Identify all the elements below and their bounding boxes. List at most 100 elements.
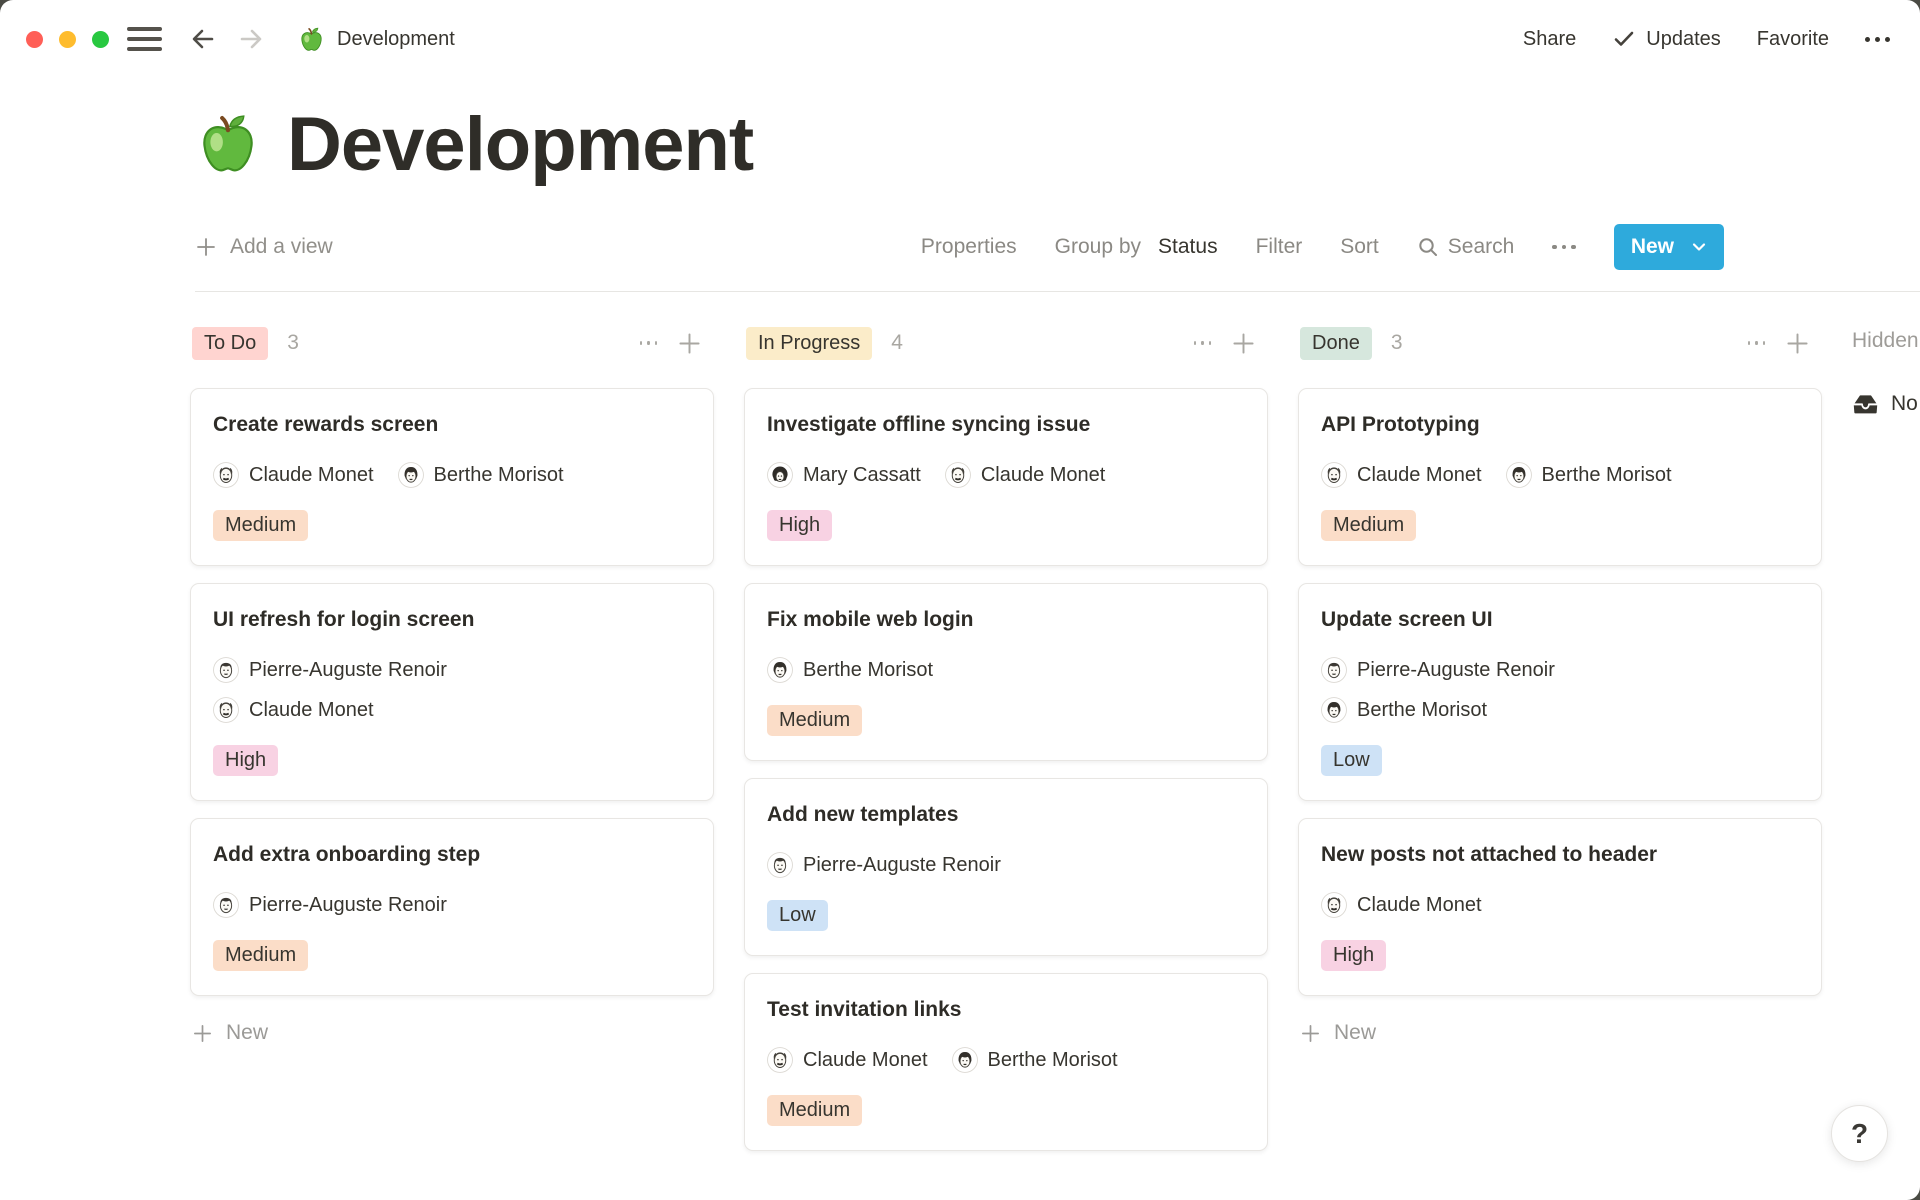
card-assignees: Claude Monet	[1321, 892, 1689, 918]
window-corner	[1898, 1178, 1920, 1200]
column-add-icon[interactable]	[1231, 331, 1256, 356]
window-titlebar: Development Share Updates Favorite	[0, 0, 1920, 78]
column-add-icon[interactable]	[677, 331, 702, 356]
column-more-icon[interactable]	[1194, 335, 1211, 352]
view-more-options-icon[interactable]	[1552, 245, 1576, 250]
avatar	[1321, 462, 1347, 488]
add-card-button[interactable]: New	[190, 1013, 714, 1053]
assignee-name: Mary Cassatt	[803, 464, 921, 487]
kanban-card[interactable]: Test invitation links Claude Monet Berth…	[744, 973, 1268, 1151]
window-controls	[26, 31, 109, 48]
assignee-name: Berthe Morisot	[988, 1049, 1118, 1072]
column-status-badge[interactable]: Done	[1300, 327, 1372, 360]
card-assignees: Claude Monet Berthe Morisot	[1321, 462, 1689, 488]
close-window-button[interactable]	[26, 31, 43, 48]
fullscreen-window-button[interactable]	[92, 31, 109, 48]
hidden-group-item[interactable]: No Status	[1852, 390, 1920, 417]
assignee-chip: Claude Monet	[767, 1047, 928, 1073]
updates-button[interactable]: Updates	[1612, 27, 1721, 51]
assignee-chip: Claude Monet	[1321, 892, 1482, 918]
assignee-name: Claude Monet	[1357, 894, 1482, 917]
column-cards: API Prototyping Claude Monet Berthe Mori…	[1298, 388, 1822, 996]
filter-button[interactable]: Filter	[1256, 235, 1303, 259]
assignee-chip: Berthe Morisot	[398, 462, 564, 488]
column-card-count: 3	[287, 331, 299, 355]
sort-button[interactable]: Sort	[1340, 235, 1379, 259]
hidden-group-name: No Status	[1891, 392, 1920, 416]
kanban-card[interactable]: New posts not attached to header Claude …	[1298, 818, 1822, 996]
board-column: In Progress 4 Investigate offline syncin…	[744, 325, 1268, 1168]
priority-badge: High	[1321, 940, 1386, 971]
card-title: API Prototyping	[1321, 411, 1799, 438]
search-button[interactable]: Search	[1417, 235, 1515, 259]
sidebar-menu-icon[interactable]	[127, 23, 162, 55]
card-title: Test invitation links	[767, 996, 1245, 1023]
column-status-badge[interactable]: To Do	[192, 327, 268, 360]
kanban-card[interactable]: Investigate offline syncing issue Mary C…	[744, 388, 1268, 566]
card-title: UI refresh for login screen	[213, 606, 691, 633]
page-title[interactable]: Development	[287, 101, 753, 188]
assignee-name: Claude Monet	[981, 464, 1106, 487]
assignee-name: Pierre-Auguste Renoir	[249, 894, 447, 917]
assignee-chip: Berthe Morisot	[767, 657, 933, 683]
avatar	[1321, 697, 1347, 723]
green-apple-icon	[298, 26, 325, 53]
help-button[interactable]: ?	[1831, 1105, 1888, 1162]
board-column: Done 3 API Prototyping Claude Monet Bert…	[1298, 325, 1822, 1053]
column-more-icon[interactable]	[1748, 335, 1765, 352]
add-card-button[interactable]: New	[1298, 1013, 1822, 1053]
priority-badge: High	[213, 745, 278, 776]
assignee-chip: Pierre-Auguste Renoir	[213, 657, 447, 683]
column-add-icon[interactable]	[1785, 331, 1810, 356]
minimize-window-button[interactable]	[59, 31, 76, 48]
column-status-badge[interactable]: In Progress	[746, 327, 872, 360]
check-icon	[1612, 27, 1636, 51]
page-header: Development	[195, 102, 1920, 186]
kanban-card[interactable]: Create rewards screen Claude Monet Berth…	[190, 388, 714, 566]
toolbar-divider	[195, 291, 1920, 292]
column-more-icon[interactable]	[640, 335, 657, 352]
column-header: To Do 3	[190, 325, 714, 361]
kanban-card[interactable]: API Prototyping Claude Monet Berthe Mori…	[1298, 388, 1822, 566]
assignee-name: Berthe Morisot	[803, 659, 933, 682]
group-by-button[interactable]: Group byStatus	[1055, 235, 1218, 259]
card-assignees: Pierre-Auguste Renoir Berthe Morisot	[1321, 657, 1689, 723]
kanban-card[interactable]: UI refresh for login screen Pierre-Augus…	[190, 583, 714, 801]
favorite-button[interactable]: Favorite	[1757, 28, 1829, 51]
priority-badge: Medium	[213, 940, 308, 971]
card-assignees: Mary Cassatt Claude Monet	[767, 462, 1135, 488]
column-card-count: 3	[1391, 331, 1403, 355]
page-icon-green-apple[interactable]	[195, 111, 261, 177]
hidden-columns-label[interactable]: Hidden	[1852, 329, 1920, 353]
kanban-card[interactable]: Add new templates Pierre-Auguste Renoir …	[744, 778, 1268, 956]
assignee-chip: Pierre-Auguste Renoir	[213, 892, 447, 918]
back-arrow-icon[interactable]	[188, 24, 218, 54]
hidden-column: Hidden No Status	[1852, 325, 1920, 417]
add-view-button[interactable]: Add a view	[195, 235, 333, 259]
share-button[interactable]: Share	[1523, 28, 1576, 51]
plus-icon	[192, 1023, 213, 1044]
inbox-icon	[1852, 390, 1879, 417]
priority-badge: Medium	[767, 1095, 862, 1126]
more-options-icon[interactable]	[1865, 37, 1890, 42]
chevron-down-icon	[1691, 239, 1707, 255]
new-button[interactable]: New	[1614, 224, 1724, 270]
properties-button[interactable]: Properties	[921, 235, 1017, 259]
avatar	[213, 697, 239, 723]
window-corner	[0, 0, 22, 22]
kanban-card[interactable]: Fix mobile web login Berthe Morisot Medi…	[744, 583, 1268, 761]
kanban-card[interactable]: Update screen UI Pierre-Auguste Renoir B…	[1298, 583, 1822, 801]
assignee-name: Pierre-Auguste Renoir	[1357, 659, 1555, 682]
plus-icon	[1300, 1023, 1321, 1044]
breadcrumb[interactable]: Development	[298, 26, 455, 53]
card-assignees: Pierre-Auguste Renoir	[213, 892, 581, 918]
assignee-name: Claude Monet	[249, 699, 374, 722]
card-title: Update screen UI	[1321, 606, 1799, 633]
assignee-name: Berthe Morisot	[1542, 464, 1672, 487]
kanban-card[interactable]: Add extra onboarding step Pierre-Auguste…	[190, 818, 714, 996]
forward-arrow-icon[interactable]	[236, 24, 266, 54]
assignee-chip: Berthe Morisot	[952, 1047, 1118, 1073]
avatar	[213, 657, 239, 683]
priority-badge: Medium	[213, 510, 308, 541]
avatar	[1321, 892, 1347, 918]
